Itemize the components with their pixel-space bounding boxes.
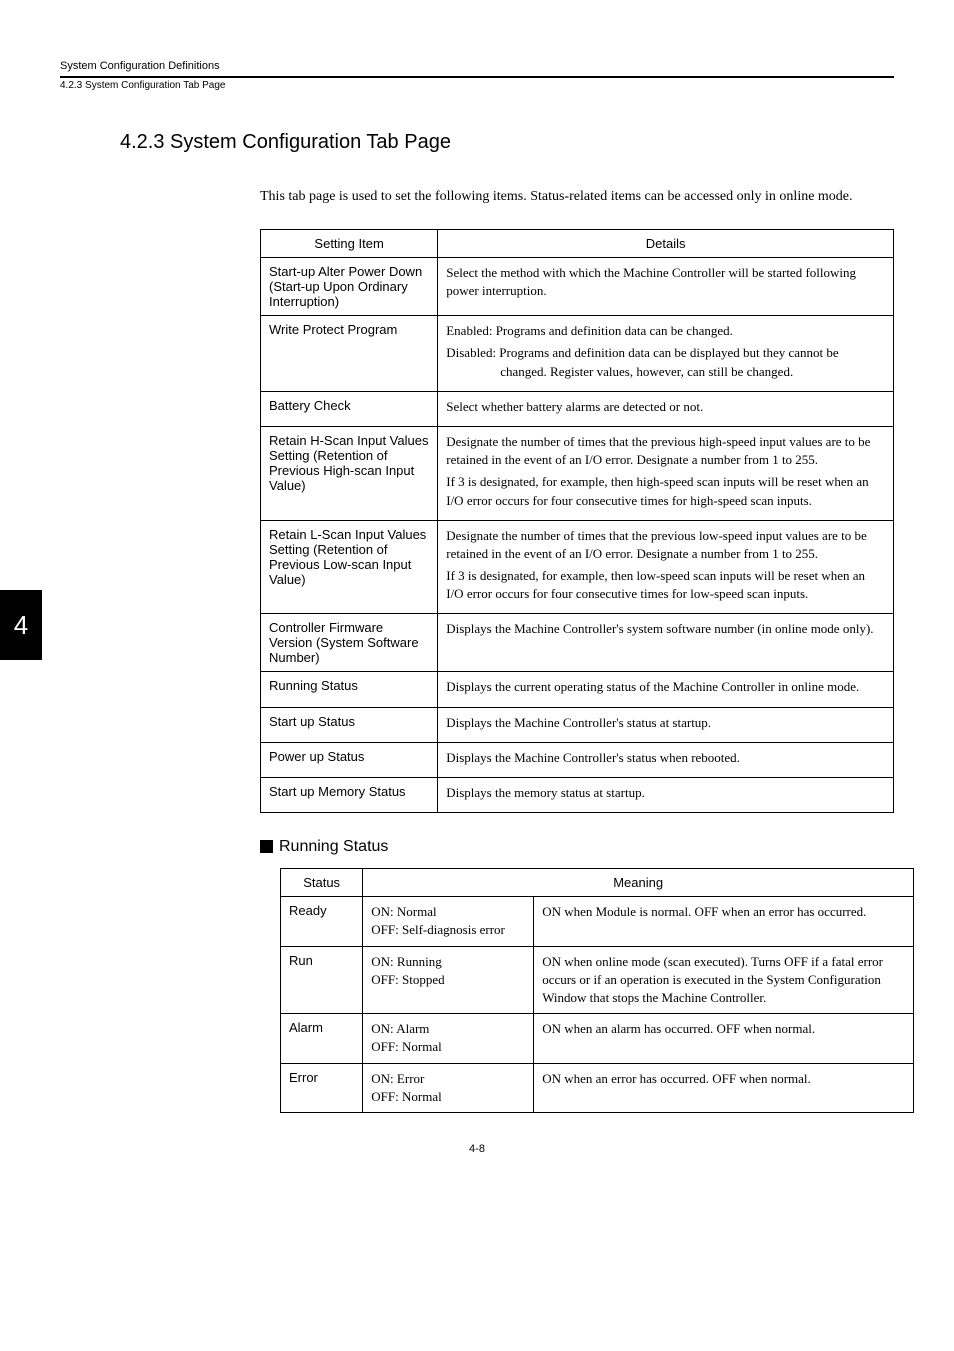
table-row: Start up Memory StatusDisplays the memor… xyxy=(261,778,894,813)
table-row: RunON: RunningOFF: StoppedON when online… xyxy=(281,946,914,1014)
chapter-tab: 4 xyxy=(0,590,42,660)
setting-cell: Battery Check xyxy=(261,391,438,426)
status-cell: Ready xyxy=(281,897,363,946)
header-divider xyxy=(60,76,894,78)
table-row: AlarmON: AlarmOFF: NormalON when an alar… xyxy=(281,1014,914,1063)
settings-table: Setting Item Details Start-up Alter Powe… xyxy=(260,229,894,813)
setting-cell: Retain L-Scan Input Values Setting (Rete… xyxy=(261,520,438,614)
setting-cell: Running Status xyxy=(261,672,438,707)
th-meaning: Meaning xyxy=(363,869,914,897)
details-cell: Select whether battery alarms are detect… xyxy=(438,391,894,426)
header-subtitle: 4.2.3 System Configuration Tab Page xyxy=(60,80,894,91)
table-row: Running StatusDisplays the current opera… xyxy=(261,672,894,707)
th-details: Details xyxy=(438,230,894,258)
running-status-table: Status Meaning ReadyON: NormalOFF: Self-… xyxy=(280,868,914,1113)
details-cell: Designate the number of times that the p… xyxy=(438,426,894,520)
details-cell: Enabled: Programs and definition data ca… xyxy=(438,316,894,392)
table-row: Start-up Alter Power Down (Start-up Upon… xyxy=(261,258,894,316)
table-row: Write Protect ProgramEnabled: Programs a… xyxy=(261,316,894,392)
table-row: Start up StatusDisplays the Machine Cont… xyxy=(261,707,894,742)
onoff-cell: ON: AlarmOFF: Normal xyxy=(363,1014,534,1063)
onoff-cell: ON: RunningOFF: Stopped xyxy=(363,946,534,1014)
page-number: 4-8 xyxy=(60,1143,894,1155)
header-title: System Configuration Definitions xyxy=(60,60,894,72)
setting-cell: Write Protect Program xyxy=(261,316,438,392)
desc-cell: ON when an alarm has occurred. OFF when … xyxy=(534,1014,914,1063)
onoff-cell: ON: ErrorOFF: Normal xyxy=(363,1063,534,1112)
intro-text: This tab page is used to set the followi… xyxy=(260,184,894,209)
onoff-cell: ON: NormalOFF: Self-diagnosis error xyxy=(363,897,534,946)
details-cell: Displays the Machine Controller's status… xyxy=(438,742,894,777)
setting-cell: Retain H-Scan Input Values Setting (Rete… xyxy=(261,426,438,520)
setting-cell: Start-up Alter Power Down (Start-up Upon… xyxy=(261,258,438,316)
table-row: ErrorON: ErrorOFF: NormalON when an erro… xyxy=(281,1063,914,1112)
running-status-label: Running Status xyxy=(279,838,388,855)
details-cell: Displays the memory status at startup. xyxy=(438,778,894,813)
setting-cell: Controller Firmware Version (System Soft… xyxy=(261,614,438,672)
setting-cell: Start up Status xyxy=(261,707,438,742)
status-cell: Run xyxy=(281,946,363,1014)
setting-cell: Start up Memory Status xyxy=(261,778,438,813)
th-setting: Setting Item xyxy=(261,230,438,258)
desc-cell: ON when Module is normal. OFF when an er… xyxy=(534,897,914,946)
desc-cell: ON when an error has occurred. OFF when … xyxy=(534,1063,914,1112)
details-cell: Displays the Machine Controller's system… xyxy=(438,614,894,672)
setting-cell: Power up Status xyxy=(261,742,438,777)
table-row: ReadyON: NormalOFF: Self-diagnosis error… xyxy=(281,897,914,946)
square-bullet-icon xyxy=(260,840,273,853)
table-row: Power up StatusDisplays the Machine Cont… xyxy=(261,742,894,777)
details-cell: Displays the Machine Controller's status… xyxy=(438,707,894,742)
table-row: Controller Firmware Version (System Soft… xyxy=(261,614,894,672)
desc-cell: ON when online mode (scan executed). Tur… xyxy=(534,946,914,1014)
status-cell: Error xyxy=(281,1063,363,1112)
th-status: Status xyxy=(281,869,363,897)
table-row: Retain L-Scan Input Values Setting (Rete… xyxy=(261,520,894,614)
details-cell: Designate the number of times that the p… xyxy=(438,520,894,614)
table-row: Retain H-Scan Input Values Setting (Rete… xyxy=(261,426,894,520)
table-row: Battery CheckSelect whether battery alar… xyxy=(261,391,894,426)
section-title: 4.2.3 System Configuration Tab Page xyxy=(120,131,894,154)
running-status-title: Running Status xyxy=(260,838,894,856)
status-cell: Alarm xyxy=(281,1014,363,1063)
details-cell: Select the method with which the Machine… xyxy=(438,258,894,316)
details-cell: Displays the current operating status of… xyxy=(438,672,894,707)
